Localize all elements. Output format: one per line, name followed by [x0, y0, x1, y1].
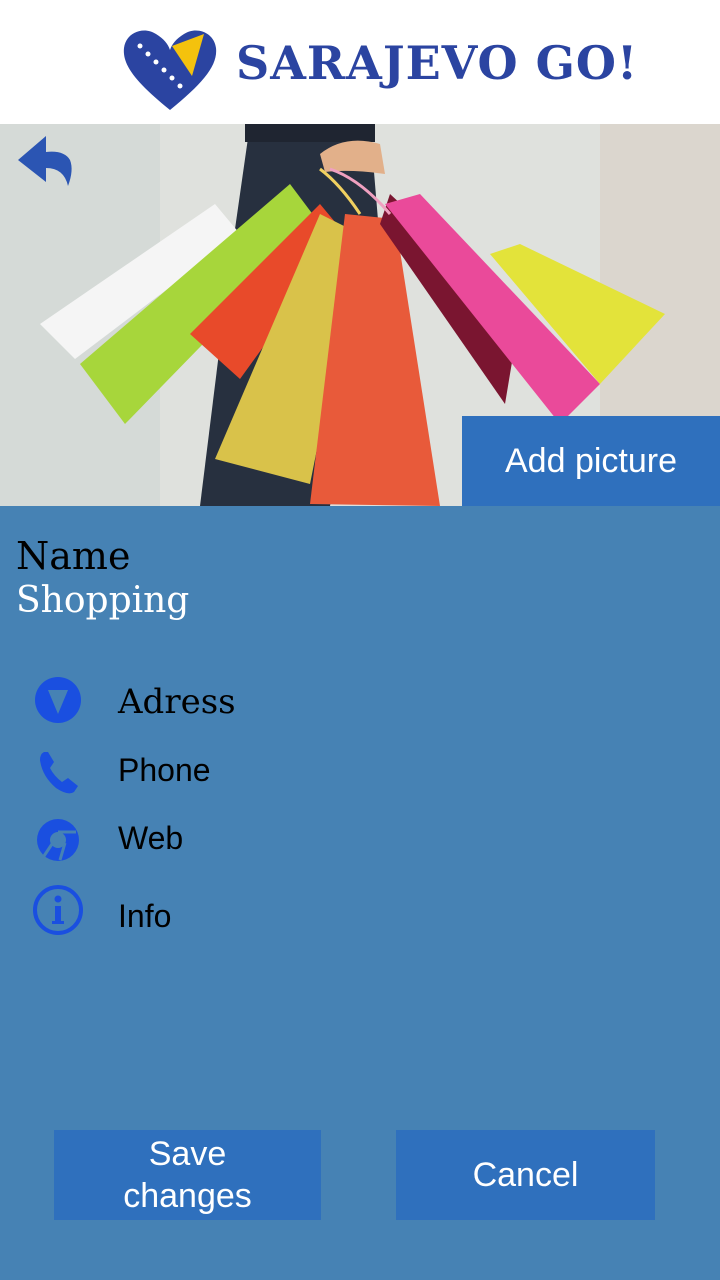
name-label: Name [16, 534, 131, 578]
row-web[interactable]: Web [0, 812, 720, 872]
cancel-button[interactable]: Cancel [396, 1130, 655, 1220]
info-icon [33, 885, 83, 935]
address-label: Adress [118, 682, 236, 722]
row-phone[interactable]: Phone [0, 744, 720, 804]
back-arrow-icon[interactable] [12, 130, 78, 196]
save-changes-button[interactable]: Save changes [54, 1130, 321, 1220]
app-header: SARAJEVO GO! [0, 0, 720, 124]
location-icon [35, 677, 81, 723]
heart-flag-logo-icon [123, 30, 217, 110]
web-icon [37, 819, 79, 861]
row-address[interactable]: Adress [0, 672, 720, 732]
save-changes-label: Save changes [123, 1134, 252, 1216]
info-label: Info [118, 898, 172, 934]
phone-icon [40, 752, 78, 794]
add-picture-button[interactable]: Add picture [462, 416, 720, 506]
app-title: SARAJEVO GO! [236, 36, 639, 90]
row-info[interactable]: Info [0, 882, 720, 942]
phone-label: Phone [118, 752, 211, 788]
name-value[interactable]: Shopping [16, 580, 189, 621]
web-label: Web [118, 820, 184, 856]
